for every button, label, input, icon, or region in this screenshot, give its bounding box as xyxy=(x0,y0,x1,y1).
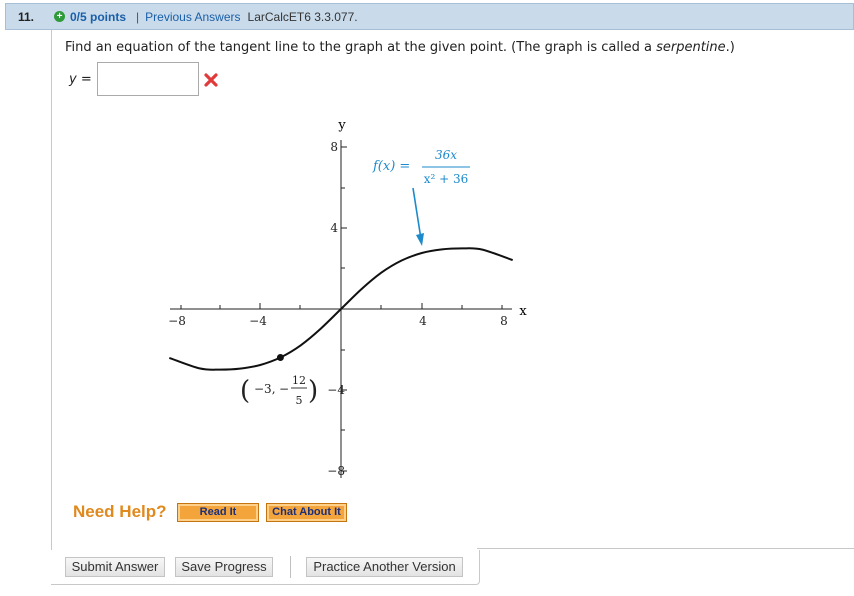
y-tick-label: 4 xyxy=(330,221,338,235)
need-help-label: Need Help? xyxy=(73,502,167,521)
answer-label: y = xyxy=(69,72,92,87)
y-axis-label: y xyxy=(337,118,346,133)
question-number: 11. xyxy=(18,9,35,24)
arrow-icon xyxy=(412,187,424,246)
answer-input[interactable] xyxy=(97,62,199,96)
points-link[interactable]: 0/5 points xyxy=(70,10,126,24)
svg-text:−3,: −3, xyxy=(254,382,276,396)
svg-text:5: 5 xyxy=(296,394,303,407)
y-tick-label: 8 xyxy=(330,140,338,154)
practice-another-version-button[interactable]: Practice Another Version xyxy=(306,557,463,577)
question-prompt: Find an equation of the tangent line to … xyxy=(65,40,735,55)
submit-answer-button[interactable]: Submit Answer xyxy=(65,557,165,577)
read-it-button[interactable]: Read It xyxy=(177,503,259,522)
incorrect-x-icon xyxy=(204,73,218,87)
plus-icon[interactable]: + xyxy=(54,11,65,22)
serpentine-graph: y x −8 −4 4 8 8 4 −4 −8 ( −3, − 12 5 ) f… xyxy=(168,118,527,478)
x-tick-label: 8 xyxy=(500,314,508,328)
footer-separator xyxy=(290,556,291,578)
svg-text:(: ( xyxy=(240,376,250,406)
x-axis-label: x xyxy=(519,304,527,319)
x-tick-label: −4 xyxy=(249,314,267,328)
header-separator: | xyxy=(136,9,140,24)
question-header: 11. + 0/5 points | Previous Answers LarC… xyxy=(5,3,854,30)
question-code: LarCalcET6 3.3.077. xyxy=(247,9,358,24)
svg-text:36x: 36x xyxy=(435,148,457,162)
svg-text:f(x) =: f(x) = xyxy=(372,159,410,174)
tangent-point xyxy=(276,353,284,361)
chat-about-it-button[interactable]: Chat About It xyxy=(266,503,347,522)
x-tick-label: −8 xyxy=(168,314,186,328)
svg-text:x² + 36: x² + 36 xyxy=(424,172,469,186)
previous-answers-link[interactable]: Previous Answers xyxy=(145,10,240,24)
point-label: ( −3, − 12 5 ) xyxy=(240,374,318,407)
svg-text:): ) xyxy=(308,376,318,406)
footer-divider xyxy=(477,548,854,549)
save-progress-button[interactable]: Save Progress xyxy=(175,557,273,577)
y-tick-label: −4 xyxy=(327,383,345,397)
y-tick-label: −8 xyxy=(327,464,345,478)
svg-text:12: 12 xyxy=(292,374,306,387)
function-annotation: f(x) = 36x x² + 36 xyxy=(372,148,470,186)
prompt-emphasis: serpentine xyxy=(656,40,726,55)
x-tick-label: 4 xyxy=(419,314,427,328)
svg-text:−: − xyxy=(279,382,289,396)
